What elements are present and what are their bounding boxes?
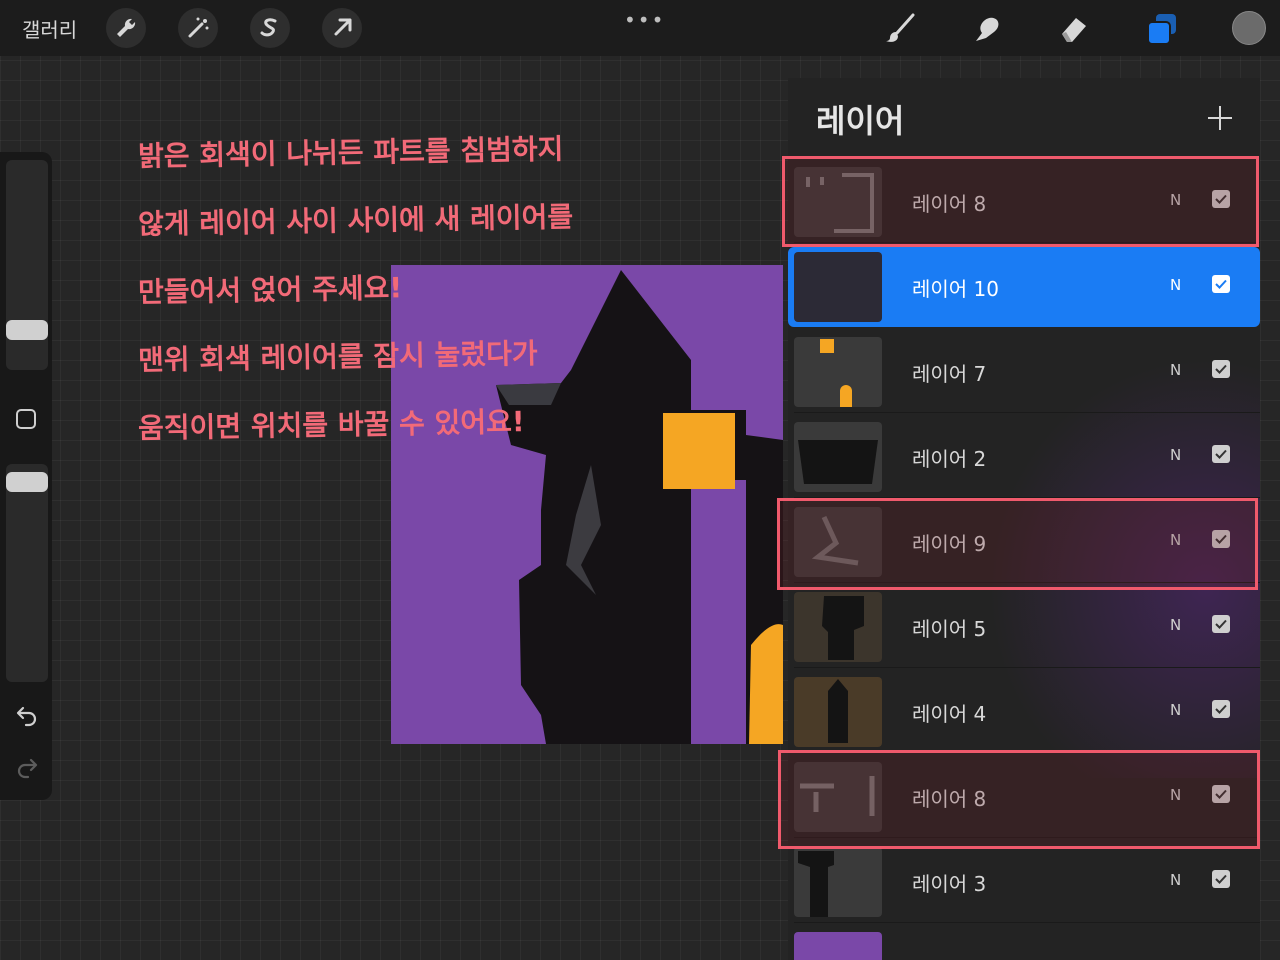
left-sidebar bbox=[0, 152, 52, 800]
wrench-icon[interactable] bbox=[106, 8, 146, 48]
door-glow bbox=[749, 624, 783, 744]
brush-size-thumb[interactable] bbox=[6, 320, 48, 340]
color-picker-swatch[interactable] bbox=[1232, 11, 1266, 45]
annotation-line: 맨위 회색 레이어를 잠시 눌렀다가 bbox=[137, 336, 538, 377]
layer-name: 레이어 10 bbox=[912, 277, 1000, 301]
modify-button[interactable] bbox=[16, 409, 36, 429]
blend-mode-button[interactable]: N bbox=[1170, 276, 1181, 294]
opacity-thumb[interactable] bbox=[6, 472, 48, 492]
annotation-line: 움직이면 위치를 바꿀 수 있어요! bbox=[137, 405, 525, 445]
layer-row-partial[interactable] bbox=[788, 927, 1260, 960]
layer-thumbnail bbox=[794, 932, 882, 960]
smudge-finger-icon[interactable] bbox=[966, 8, 1006, 48]
blend-mode-button[interactable]: N bbox=[1170, 871, 1181, 889]
visibility-checkbox[interactable] bbox=[1212, 870, 1230, 888]
visibility-checkbox[interactable] bbox=[1212, 445, 1230, 463]
layer-row[interactable]: 레이어 3 N bbox=[788, 842, 1260, 922]
more-options-button[interactable]: ••• bbox=[624, 8, 665, 32]
plus-icon[interactable] bbox=[1206, 104, 1234, 132]
layer-thumbnail bbox=[794, 422, 882, 492]
highlight-box bbox=[778, 750, 1260, 849]
visibility-checkbox[interactable] bbox=[1212, 275, 1230, 293]
undo-icon[interactable] bbox=[14, 702, 40, 732]
selection-s-icon[interactable] bbox=[250, 8, 290, 48]
highlight-box bbox=[782, 156, 1259, 247]
layer-name: 레이어 2 bbox=[912, 447, 987, 471]
panel-title: 레이어 bbox=[816, 102, 905, 140]
annotation-line: 만들어서 얹어 주세요! bbox=[137, 271, 403, 309]
layer-thumbnail bbox=[794, 677, 882, 747]
top-toolbar: 갤러리 ••• bbox=[0, 0, 1280, 56]
layer-row[interactable]: 레이어 2 N bbox=[788, 417, 1260, 497]
blend-mode-button[interactable]: N bbox=[1170, 616, 1181, 634]
layer-name: 레이어 4 bbox=[912, 702, 987, 726]
annotation-line: 않게 레이어 사이 사이에 새 레이어를 bbox=[137, 200, 574, 241]
annotation-line: 밝은 회색이 나뉘든 파트를 침범하지 bbox=[137, 132, 564, 173]
eraser-icon[interactable] bbox=[1054, 8, 1094, 48]
visibility-checkbox[interactable] bbox=[1212, 360, 1230, 378]
layer-thumbnail bbox=[794, 252, 882, 322]
highlight-box bbox=[777, 498, 1258, 590]
layer-name: 레이어 5 bbox=[912, 617, 987, 641]
blend-mode-button[interactable]: N bbox=[1170, 701, 1181, 719]
layer-row-active[interactable]: 레이어 10 N bbox=[788, 247, 1260, 327]
layers-icon[interactable] bbox=[1142, 8, 1182, 48]
layer-name: 레이어 3 bbox=[912, 872, 987, 896]
brush-icon[interactable] bbox=[880, 8, 920, 48]
layer-row[interactable]: 레이어 7 N bbox=[788, 332, 1260, 412]
visibility-checkbox[interactable] bbox=[1212, 615, 1230, 633]
layer-thumbnail bbox=[794, 847, 882, 917]
blend-mode-button[interactable]: N bbox=[1170, 446, 1181, 464]
opacity-slider[interactable] bbox=[6, 464, 48, 682]
gallery-button[interactable]: 갤러리 bbox=[22, 14, 77, 43]
redo-icon[interactable] bbox=[14, 754, 40, 784]
layer-thumbnail bbox=[794, 337, 882, 407]
layer-name: 레이어 7 bbox=[912, 362, 987, 386]
handwritten-annotation: 밝은 회색이 나뉘든 파트를 침범하지 않게 레이어 사이 사이에 새 레이어를… bbox=[138, 118, 698, 458]
layer-row[interactable]: 레이어 4 N bbox=[788, 672, 1260, 752]
layer-thumbnail bbox=[794, 592, 882, 662]
layer-row[interactable]: 레이어 5 N bbox=[788, 587, 1260, 667]
blend-mode-button[interactable]: N bbox=[1170, 361, 1181, 379]
arrow-cursor-icon[interactable] bbox=[322, 8, 362, 48]
magic-wand-icon[interactable] bbox=[178, 8, 218, 48]
visibility-checkbox[interactable] bbox=[1212, 700, 1230, 718]
